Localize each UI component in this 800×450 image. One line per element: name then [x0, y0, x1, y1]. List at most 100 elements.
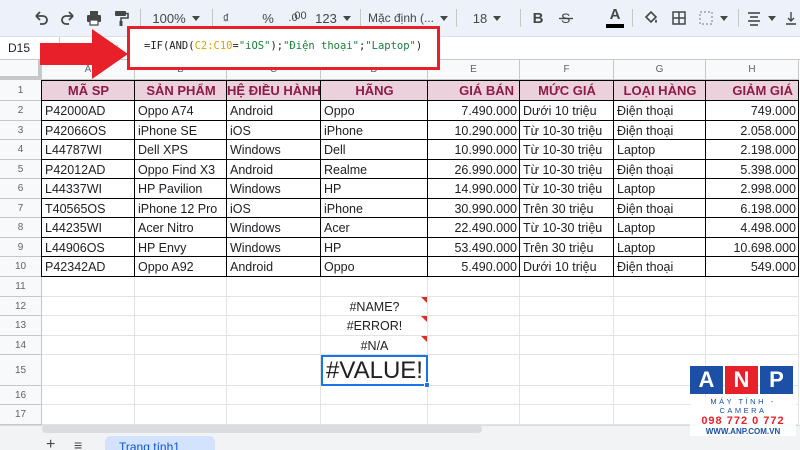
- table-cell[interactable]: 53.490.000: [428, 238, 520, 257]
- table-cell[interactable]: 10.990.000: [428, 140, 520, 160]
- table-cell[interactable]: Laptop: [614, 179, 706, 199]
- table-cell[interactable]: 10.698.000: [706, 238, 799, 257]
- table-cell[interactable]: Điện thoại: [614, 101, 706, 121]
- row-header-6[interactable]: 6: [0, 179, 42, 199]
- fill-color-icon[interactable]: [640, 6, 662, 30]
- table-header-cell[interactable]: SẢN PHẨM: [135, 80, 227, 101]
- table-cell[interactable]: 26.990.000: [428, 160, 520, 179]
- table-cell[interactable]: Trên 30 triệu: [520, 238, 614, 257]
- table-cell[interactable]: L44906OS: [42, 238, 135, 257]
- table-cell[interactable]: T40565OS: [42, 199, 135, 218]
- sheet-tab[interactable]: Trang tính1: [105, 436, 215, 450]
- table-cell[interactable]: Windows: [227, 140, 321, 160]
- cell-value-name-error[interactable]: #NAME?: [321, 297, 428, 316]
- undo-icon[interactable]: [30, 6, 52, 30]
- table-cell[interactable]: 2.998.000: [706, 179, 799, 199]
- table-cell[interactable]: Từ 10-30 triệu: [520, 218, 614, 238]
- table-cell[interactable]: P42066OS: [42, 121, 135, 140]
- row-header-9[interactable]: 9: [0, 238, 42, 257]
- increase-decimal-button[interactable]: .00: [286, 4, 312, 28]
- table-cell[interactable]: Oppo A74: [135, 101, 227, 121]
- table-cell[interactable]: L44337WI: [42, 179, 135, 199]
- table-cell[interactable]: Điện thoại: [614, 199, 706, 218]
- table-cell[interactable]: 22.490.000: [428, 218, 520, 238]
- table-cell[interactable]: 549.000: [706, 257, 799, 277]
- table-cell[interactable]: Acer Nitro: [135, 218, 227, 238]
- all-sheets-button[interactable]: ≡: [74, 437, 82, 450]
- column-header-f[interactable]: F: [520, 60, 614, 80]
- table-header-cell[interactable]: GIẢM GIÁ: [706, 80, 799, 101]
- bold-button[interactable]: B: [528, 6, 548, 30]
- table-header-cell[interactable]: LOẠI HÀNG: [614, 80, 706, 101]
- font-size-select[interactable]: 18: [462, 6, 512, 30]
- fill-handle[interactable]: [424, 382, 430, 388]
- table-cell[interactable]: Dell: [321, 140, 428, 160]
- table-cell[interactable]: 2.198.000: [706, 140, 799, 160]
- table-header-cell[interactable]: GIÁ BÁN: [428, 80, 520, 101]
- add-sheet-button[interactable]: +: [46, 436, 55, 450]
- table-cell[interactable]: 6.198.000: [706, 199, 799, 218]
- table-cell[interactable]: Oppo: [321, 101, 428, 121]
- table-header-cell[interactable]: HÃNG: [321, 80, 428, 101]
- table-header-cell[interactable]: MỨC GIÁ: [520, 80, 614, 101]
- table-cell[interactable]: 4.498.000: [706, 218, 799, 238]
- table-cell[interactable]: HP: [321, 238, 428, 257]
- row-header-7[interactable]: 7: [0, 199, 42, 218]
- print-icon[interactable]: [83, 6, 105, 30]
- table-cell[interactable]: Oppo Find X3: [135, 160, 227, 179]
- table-cell[interactable]: iPhone: [321, 121, 428, 140]
- table-cell[interactable]: P42012AD: [42, 160, 135, 179]
- table-cell[interactable]: Oppo: [321, 257, 428, 277]
- row-header-8[interactable]: 8: [0, 218, 42, 238]
- table-header-cell[interactable]: HỆ ĐIỀU HÀNH: [227, 80, 321, 101]
- row-header-15[interactable]: 15: [0, 355, 42, 386]
- row-header-13[interactable]: 13: [0, 316, 42, 336]
- table-cell[interactable]: Trên 30 triệu: [520, 199, 614, 218]
- table-cell[interactable]: P42000AD: [42, 101, 135, 121]
- text-color-button[interactable]: A: [604, 6, 626, 30]
- table-cell[interactable]: Từ 10-30 triệu: [520, 140, 614, 160]
- table-cell[interactable]: Điện thoại: [614, 121, 706, 140]
- table-cell[interactable]: 14.990.000: [428, 179, 520, 199]
- table-cell[interactable]: L44235WI: [42, 218, 135, 238]
- table-cell[interactable]: 2.058.000: [706, 121, 799, 140]
- table-cell[interactable]: HP Envy: [135, 238, 227, 257]
- table-cell[interactable]: Android: [227, 160, 321, 179]
- column-header-e[interactable]: E: [428, 60, 520, 80]
- table-cell[interactable]: HP Pavilion: [135, 179, 227, 199]
- table-cell[interactable]: Điện thoại: [614, 257, 706, 277]
- table-cell[interactable]: 5.398.000: [706, 160, 799, 179]
- row-header-16[interactable]: 16: [0, 386, 42, 405]
- table-cell[interactable]: Dell XPS: [135, 140, 227, 160]
- table-cell[interactable]: 30.990.000: [428, 199, 520, 218]
- cell-value-na-error[interactable]: #N/A: [321, 336, 428, 355]
- select-all-corner[interactable]: [0, 60, 42, 80]
- table-cell[interactable]: L44787WI: [42, 140, 135, 160]
- table-cell[interactable]: Dưới 10 triệu: [520, 257, 614, 277]
- table-cell[interactable]: Acer: [321, 218, 428, 238]
- table-cell[interactable]: Android: [227, 101, 321, 121]
- table-cell[interactable]: Từ 10-30 triệu: [520, 179, 614, 199]
- table-cell[interactable]: iPhone SE: [135, 121, 227, 140]
- formula-highlight-box[interactable]: =IF(AND(C2:C10="iOS");"Điện thoại";"Lapt…: [127, 26, 440, 70]
- table-cell[interactable]: iPhone: [321, 199, 428, 218]
- table-cell[interactable]: iOS: [227, 121, 321, 140]
- row-header-12[interactable]: 12: [0, 297, 42, 316]
- row-header-4[interactable]: 4: [0, 140, 42, 160]
- table-cell[interactable]: Oppo A92: [135, 257, 227, 277]
- table-cell[interactable]: 749.000: [706, 101, 799, 121]
- vertical-align-icon[interactable]: [784, 6, 798, 30]
- table-cell[interactable]: 10.290.000: [428, 121, 520, 140]
- table-cell[interactable]: Windows: [227, 218, 321, 238]
- strikethrough-icon[interactable]: S: [556, 6, 576, 30]
- table-cell[interactable]: Từ 10-30 triệu: [520, 160, 614, 179]
- merge-cells-icon[interactable]: [696, 6, 730, 30]
- horizontal-scrollbar[interactable]: [42, 425, 482, 433]
- horizontal-align-icon[interactable]: [744, 6, 778, 30]
- column-header-h[interactable]: H: [706, 60, 799, 80]
- table-cell[interactable]: iPhone 12 Pro: [135, 199, 227, 218]
- table-cell[interactable]: Laptop: [614, 218, 706, 238]
- table-cell[interactable]: Laptop: [614, 140, 706, 160]
- table-cell[interactable]: Windows: [227, 238, 321, 257]
- table-cell[interactable]: iOS: [227, 199, 321, 218]
